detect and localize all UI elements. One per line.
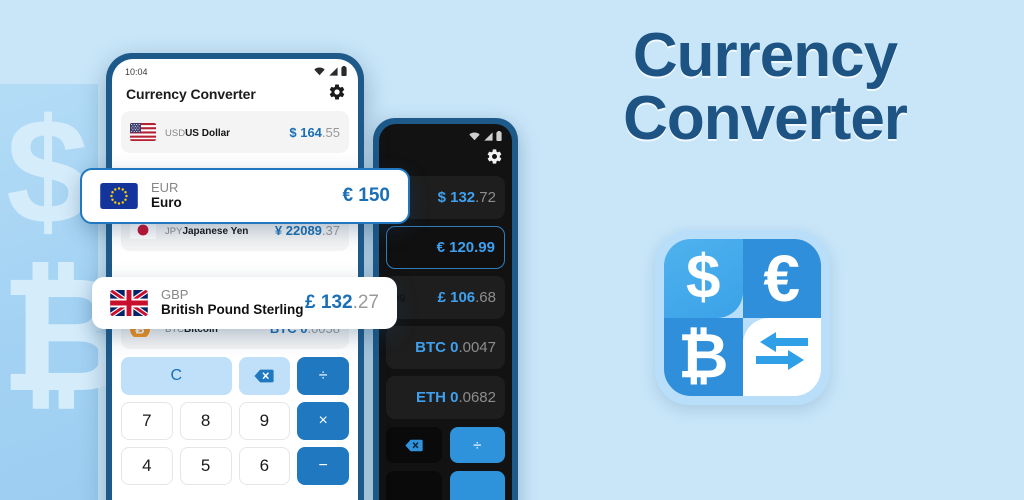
signal-icon [328,63,338,81]
amount-decimal: .0682 [458,389,496,406]
key-7[interactable]: 7 [121,402,173,440]
key-8[interactable]: 8 [179,402,232,440]
battery-icon [341,63,347,81]
currency-code: EUR [151,179,179,195]
flag-icon-eu [100,183,138,209]
dollar-tile: $ [664,239,743,318]
floating-currency-card-eur[interactable]: EUR Euro € 150 [80,168,410,224]
bitcoin-glyph: ₿ [677,321,729,391]
currency-amount: $ 164.55 [289,125,340,140]
gear-icon[interactable] [328,83,346,106]
amount-symbol: ¥ [274,222,283,238]
dark-currency-amount: ETH 0.0682 [416,389,496,406]
dark-status-bar [379,124,512,144]
currency-code: USD [165,128,186,139]
dark-currency-row[interactable]: ETH 0.0682 [386,376,505,419]
amount-decimal: .68 [475,289,496,306]
amount-symbol: ETH [415,389,446,406]
wifi-icon [469,128,480,146]
divide-key[interactable]: ÷ [297,357,349,395]
amount-symbol: € [436,239,445,256]
flag-icon-us [130,123,156,141]
dark-currency-row[interactable]: € 120.99 [386,226,505,269]
key-4[interactable]: 4 [121,447,173,485]
dark-keypad: ÷ [379,419,512,500]
currency-row-usd[interactable]: USDUS Dollar $ 164.55 [121,111,349,153]
amount-decimal: .72 [475,189,496,206]
key-6[interactable]: 6 [238,447,291,485]
key-row2-left[interactable] [386,471,442,500]
currency-amount: € 150 [342,185,390,206]
backspace-icon [254,369,274,383]
dollar-glyph: $ [686,243,721,313]
currency-code: JPY [165,226,183,237]
amount-symbol: £ [437,289,446,306]
amount-symbol: BTC [415,339,446,356]
dollar-watermark: $ [6,87,89,255]
page-title: Currency Converter [126,86,256,102]
signal-icon [483,128,493,146]
bitcoin-tile: ₿ [664,317,743,396]
headline-line-2: Converter [623,84,908,154]
amount-integer: 120.99 [449,239,495,256]
backspace-key[interactable] [386,427,442,463]
dark-currency-amount: € 120.99 [437,239,495,256]
exchange-arrows-tile [742,317,821,396]
backspace-icon [405,439,423,451]
gear-icon[interactable] [486,148,503,170]
flag-icon-gb [110,290,148,316]
keypad: C ÷ 7 8 9 × 4 5 6− [112,349,358,485]
currency-code: GBP [161,286,189,302]
multiply-key[interactable]: × [297,402,349,440]
amount-integer: 132 [450,189,476,206]
key-5[interactable]: 5 [179,447,232,485]
headline-line-1: Currency [632,21,898,90]
dark-currency-row[interactable]: Sterling£ 106.68 [379,276,505,319]
dark-currency-row[interactable]: BTC 0.0047 [386,326,505,369]
floating-currency-card-gbp[interactable]: GBP British Pound Sterling £ 132.27 [92,277,397,329]
currency-name: US Dollar [185,128,231,139]
currency-amount: £ 132.27 [305,292,379,313]
dark-currency-amount: £ 106.68 [438,289,496,306]
wifi-icon [314,63,325,81]
amount-symbol: $ [437,189,446,206]
dark-currency-amount: BTC 0.0047 [415,339,496,356]
status-bar: 10:04 [112,59,358,79]
exchange-arrows-icon [752,332,812,381]
key-9[interactable]: 9 [238,402,291,440]
app-bar: Currency Converter [112,79,358,111]
amount-integer: 164 [300,124,322,140]
headline: Currency Converter [520,21,1010,154]
currency-name: British Pound Sterling [161,302,304,318]
amount-decimal: .37 [321,222,340,238]
amount-decimal: .0047 [458,339,496,356]
currency-name: Japanese Yen [182,226,249,237]
euro-tile: € [742,239,821,318]
status-time: 10:04 [125,67,148,77]
minus-key[interactable]: − [297,447,349,485]
currency-converter-app-icon: $ € ₿ [655,230,830,405]
clear-key[interactable]: C [121,357,232,395]
backspace-key[interactable] [238,357,291,395]
key-row2-right[interactable] [449,471,505,500]
amount-symbol: $ [289,124,297,140]
dark-currency-amount: $ 132.72 [438,189,496,206]
battery-icon [496,128,502,146]
currency-name: Euro [151,195,182,211]
amount-integer: 22089 [285,222,322,238]
amount-decimal: .55 [321,124,340,140]
promo-banner: $ ₿ $ 132.72 € 120.99 Sterling£ 106.68 [0,0,1024,500]
euro-glyph: € [763,241,801,316]
currency-amount: ¥ 22089.37 [275,223,340,238]
amount-integer: 106 [450,289,476,306]
divide-key[interactable]: ÷ [449,427,505,463]
